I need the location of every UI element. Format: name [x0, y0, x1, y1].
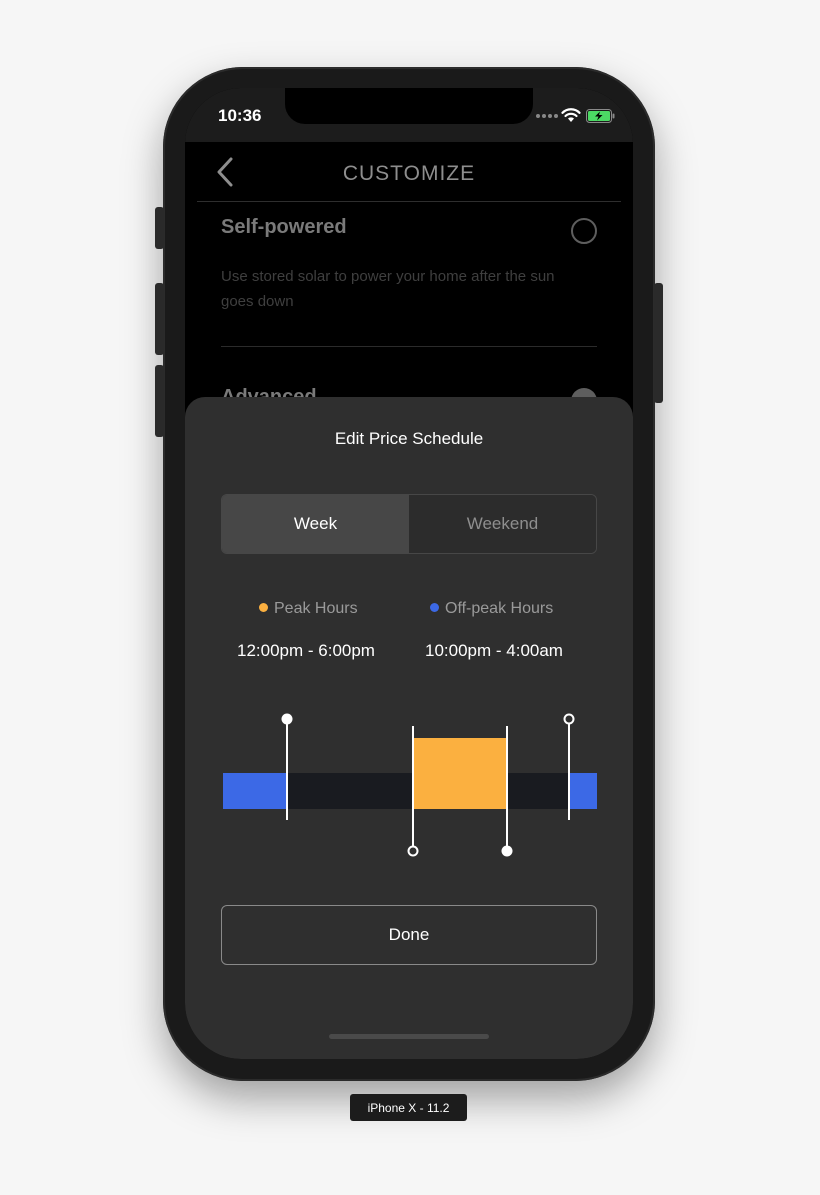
off-peak-hours-legend: Off-peak Hours — [430, 600, 553, 618]
home-indicator — [329, 1034, 489, 1039]
schedule-timeline — [223, 713, 597, 857]
peak-hours-range: 12:00pm - 6:00pm — [237, 641, 375, 660]
day-type-segmented-control: Week Weekend — [221, 494, 597, 554]
off-peak-segment-morning — [223, 773, 287, 809]
phone-screen: 10:36 CUSTOMIZE Self-powered Use stored … — [185, 88, 633, 1059]
tab-week[interactable]: Week — [222, 495, 409, 553]
off-peak-start-handle[interactable] — [563, 713, 575, 725]
volume-up-button — [155, 283, 164, 355]
option-self-powered-title[interactable]: Self-powered — [221, 216, 347, 239]
peak-dot-icon — [259, 602, 268, 612]
volume-down-button — [155, 365, 164, 437]
option-self-powered-radio[interactable] — [571, 218, 597, 244]
edit-price-schedule-sheet: Edit Price Schedule Week Weekend Peak Ho… — [185, 397, 633, 1059]
off-peak-dot-icon — [430, 602, 439, 612]
notch — [285, 88, 533, 124]
mute-switch — [155, 207, 164, 249]
done-button[interactable]: Done — [221, 905, 597, 965]
peak-start-handle[interactable] — [407, 845, 419, 857]
cellular-signal-icon — [536, 114, 558, 118]
off-peak-end-handle[interactable] — [281, 713, 293, 725]
off-peak-hours-range: 10:00pm - 4:00am — [425, 641, 563, 660]
page-title: CUSTOMIZE — [342, 162, 476, 185]
peak-segment — [413, 738, 507, 809]
battery-charging-icon — [586, 109, 615, 123]
peak-hours-legend: Peak Hours — [259, 600, 358, 618]
nav-bar: CUSTOMIZE — [185, 142, 633, 202]
option-divider — [221, 346, 597, 347]
off-peak-hours-label: Off-peak Hours — [445, 600, 554, 617]
option-self-powered-description: Use stored solar to power your home afte… — [221, 268, 555, 310]
sheet-title: Edit Price Schedule — [334, 429, 484, 448]
wifi-icon — [561, 108, 581, 122]
peak-hours-label: Peak Hours — [274, 600, 358, 617]
device-label: iPhone X - 11.2 — [350, 1094, 467, 1121]
peak-end-handle[interactable] — [501, 845, 513, 857]
tab-weekend[interactable]: Weekend — [409, 495, 596, 553]
status-time: 10:36 — [218, 106, 262, 125]
power-button — [654, 283, 663, 403]
off-peak-segment-night — [569, 773, 597, 809]
nav-divider — [197, 201, 621, 202]
